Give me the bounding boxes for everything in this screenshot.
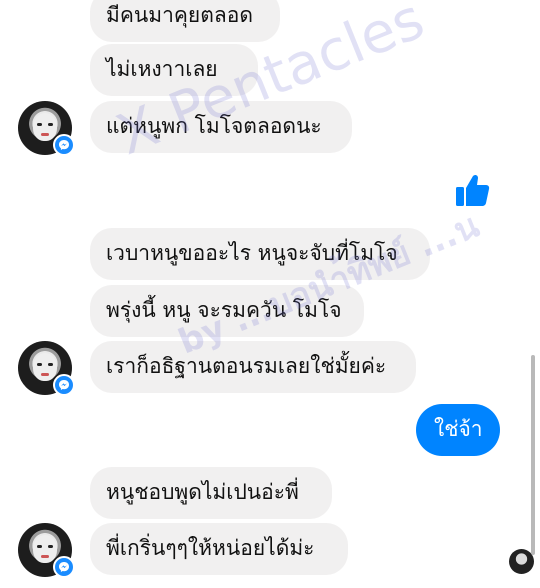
- thumbs-up-icon[interactable]: [454, 172, 490, 208]
- messenger-icon: [53, 556, 75, 578]
- scrollbar[interactable]: [531, 355, 535, 555]
- message-bubble-incoming[interactable]: แต่หนูพก โมโจตลอดนะ: [90, 101, 352, 153]
- avatar-face: [33, 535, 57, 563]
- message-bubble-incoming[interactable]: เราก็อธิฐานตอนรมเลยใช่มั้ยค่ะ: [90, 341, 416, 393]
- message-bubble-incoming[interactable]: หนูชอบพูดไม่เปนอ่ะพี่: [90, 467, 332, 519]
- message-bubble-incoming[interactable]: ไม่เหงาาเลย: [90, 44, 258, 96]
- messenger-icon: [53, 134, 75, 156]
- message-bubble-incoming[interactable]: มีคนมาคุยตลอด: [90, 0, 280, 42]
- message-bubble-incoming[interactable]: พี่เกริ่นๆๆให้หน่อยได้ม่ะ: [90, 523, 348, 575]
- avatar-face: [33, 113, 57, 141]
- messenger-icon: [53, 374, 75, 396]
- chat-thread: มีคนมาคุยตลอด ไม่เหงาาเลย แต่หนูพก โมโจต…: [0, 0, 540, 588]
- message-bubble-outgoing[interactable]: ใช่จ้า: [416, 404, 500, 456]
- avatar-face: [33, 353, 57, 381]
- message-bubble-incoming[interactable]: เวบาหนูขออะไร หนูจะจับที่โมโจ: [90, 228, 430, 280]
- message-bubble-incoming[interactable]: พรุ่งนี้ หนู จะรมควัน โมโจ: [90, 285, 364, 337]
